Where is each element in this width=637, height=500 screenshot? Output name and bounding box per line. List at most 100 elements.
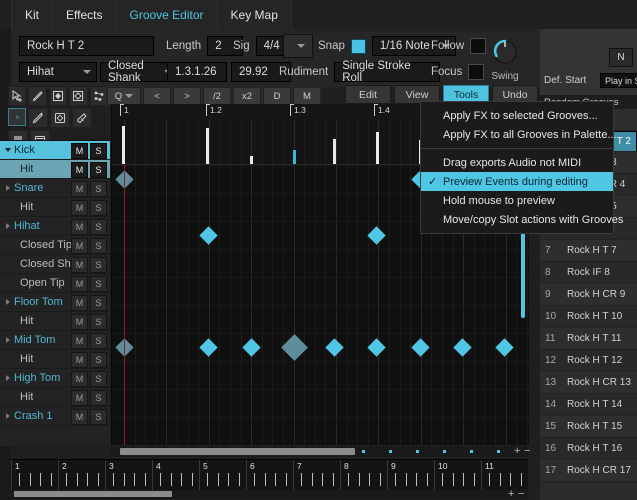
mute-button[interactable]: M (71, 409, 88, 425)
track-row-hit[interactable]: Hit M S (0, 388, 110, 407)
solo-button[interactable]: S (90, 314, 107, 330)
groove-row[interactable]: 16 Rock H T 16 (540, 438, 637, 460)
solo-button[interactable]: S (90, 295, 107, 311)
solo-button[interactable]: S (90, 219, 107, 235)
tab-groove-editor[interactable]: Groove Editor (116, 0, 218, 29)
solo-button[interactable]: S (90, 143, 107, 159)
mute-button[interactable]: M (71, 238, 88, 254)
diamond-outline-icon[interactable] (50, 108, 70, 128)
note-event[interactable] (366, 337, 386, 357)
bottom-scroll-thumb[interactable] (14, 491, 172, 497)
track-row-hihat[interactable]: Hihat M S (0, 217, 110, 236)
select-add-icon[interactable] (8, 86, 27, 106)
quantize-button-1[interactable]: < (143, 87, 171, 105)
menu-item-1[interactable]: Apply FX to all Grooves in Palette... (421, 125, 617, 144)
mute-button[interactable]: M (71, 162, 88, 178)
groove-row[interactable]: 7 Rock H T 7 (540, 240, 637, 262)
mute-button[interactable]: M (71, 314, 88, 330)
swing-knob-group[interactable]: Swing (483, 34, 527, 82)
groove-row[interactable]: 12 Rock H T 12 (540, 350, 637, 372)
track-row-hit[interactable]: Hit M S (0, 312, 110, 331)
solo-button[interactable]: S (90, 238, 107, 254)
solo-button[interactable]: S (90, 352, 107, 368)
note-event[interactable] (494, 337, 514, 357)
note-event[interactable] (452, 337, 472, 357)
menu-item-3[interactable]: Drag exports Audio not MIDI (421, 153, 613, 172)
solo-button[interactable]: S (90, 257, 107, 273)
new-groove-button[interactable]: N (609, 48, 633, 67)
overview-zoom-out-button[interactable]: − (518, 488, 524, 500)
quantize-button-5[interactable]: D (263, 87, 291, 105)
mute-button[interactable]: M (71, 390, 88, 406)
menu-button-edit[interactable]: Edit (345, 85, 391, 104)
groove-row[interactable]: 14 Rock H T 14 (540, 394, 637, 416)
velocity-bar[interactable] (122, 126, 125, 164)
tab-key-map[interactable]: Key Map (217, 0, 292, 29)
track-row-crash-1[interactable]: Crash 1 MS (0, 407, 110, 426)
focus-checkbox[interactable] (468, 64, 485, 80)
mute-button[interactable]: M (71, 276, 88, 292)
tab-effects[interactable]: Effects (53, 0, 117, 29)
note-event[interactable] (366, 225, 386, 245)
quantize-button-2[interactable]: > (173, 87, 201, 105)
tab-kit[interactable]: Kit (11, 0, 54, 29)
zoom-in-button[interactable]: + (514, 445, 520, 457)
quantize-button-3[interactable]: /2 (203, 87, 231, 105)
menu-item-6[interactable]: Move/copy Slot actions with Grooves (421, 210, 623, 229)
mute-button[interactable]: M (71, 143, 88, 159)
velocity-bar[interactable] (376, 132, 379, 164)
note-event[interactable] (198, 337, 218, 357)
groove-row[interactable]: 11 Rock H T 11 (540, 328, 637, 350)
solo-button[interactable]: S (90, 333, 107, 349)
groove-row[interactable]: 15 Rock H T 15 (540, 416, 637, 438)
quantize-button-0[interactable]: Q (107, 87, 141, 105)
solo-button[interactable]: S (90, 371, 107, 387)
mute-button[interactable]: M (71, 257, 88, 273)
menu-item-4[interactable]: ✓ Preview Events during editing (421, 172, 613, 191)
velocity-bar[interactable] (333, 139, 336, 164)
menu-item-5[interactable]: Hold mouse to preview (421, 191, 613, 210)
groove-row[interactable]: 8 Rock IF 8 (540, 262, 637, 284)
track-row-hit[interactable]: Hit M S (0, 198, 110, 217)
velocity-bar[interactable] (250, 156, 253, 164)
track-row-open-tip[interactable]: Open Tip M S (0, 274, 110, 293)
zoom-out-button[interactable]: − (524, 445, 530, 457)
track-row-snare[interactable]: Snare M S (0, 179, 110, 198)
velocity-bar[interactable] (206, 128, 209, 164)
groove-row[interactable]: 10 Rock H T 10 (540, 306, 637, 328)
mute-button[interactable]: M (71, 295, 88, 311)
quantize-button-4[interactable]: x2 (233, 87, 261, 105)
solo-button[interactable]: S (90, 390, 107, 406)
solo-button[interactable]: S (90, 181, 107, 197)
solo-button[interactable]: S (90, 162, 107, 178)
overview-zoom-in-button[interactable]: + (508, 488, 514, 500)
rudiment-field[interactable]: Single Stroke Roll (334, 60, 441, 84)
arrangement-overview[interactable]: 1 2 3 4 5 6 7 8 9 10 11 (11, 459, 528, 491)
groove-name-field[interactable]: Rock H T 2 (19, 36, 154, 56)
mute-button[interactable]: M (71, 333, 88, 349)
diamond-alt-icon[interactable] (69, 86, 88, 106)
mute-button[interactable]: M (71, 200, 88, 216)
track-row-closed-tip[interactable]: Closed Tip M S (0, 236, 110, 255)
groove-row[interactable]: 17 Rock H CR 17 (540, 460, 637, 482)
arrow-select-icon[interactable] (8, 108, 26, 126)
def-start-select[interactable]: Play in Sync (600, 73, 637, 88)
paint-icon[interactable] (72, 108, 92, 128)
position-field[interactable]: 1.3.1.26 (167, 62, 227, 82)
track-row-kick[interactable]: Kick M S (0, 141, 110, 160)
track-row-floor-tom[interactable]: Floor Tom M S (0, 293, 110, 312)
note-event[interactable] (410, 337, 430, 357)
diamond-icon[interactable] (48, 86, 68, 106)
groove-row[interactable]: 9 Rock H CR 9 (540, 284, 637, 306)
mute-button[interactable]: M (71, 219, 88, 235)
header-dropdown-button[interactable] (283, 34, 313, 58)
velocity-bar[interactable] (293, 150, 296, 164)
note-event[interactable] (324, 337, 344, 357)
note-event[interactable] (241, 337, 261, 357)
menu-item-0[interactable]: Apply FX to selected Grooves... (421, 106, 613, 125)
track-row-high-tom[interactable]: High Tom M S (0, 369, 110, 388)
track-row-closed-shank[interactable]: Closed Shank M S (0, 255, 110, 274)
snap-color-swatch[interactable] (350, 38, 366, 54)
eraser-icon[interactable] (28, 108, 48, 128)
instrument-select[interactable]: Hihat (19, 62, 97, 82)
